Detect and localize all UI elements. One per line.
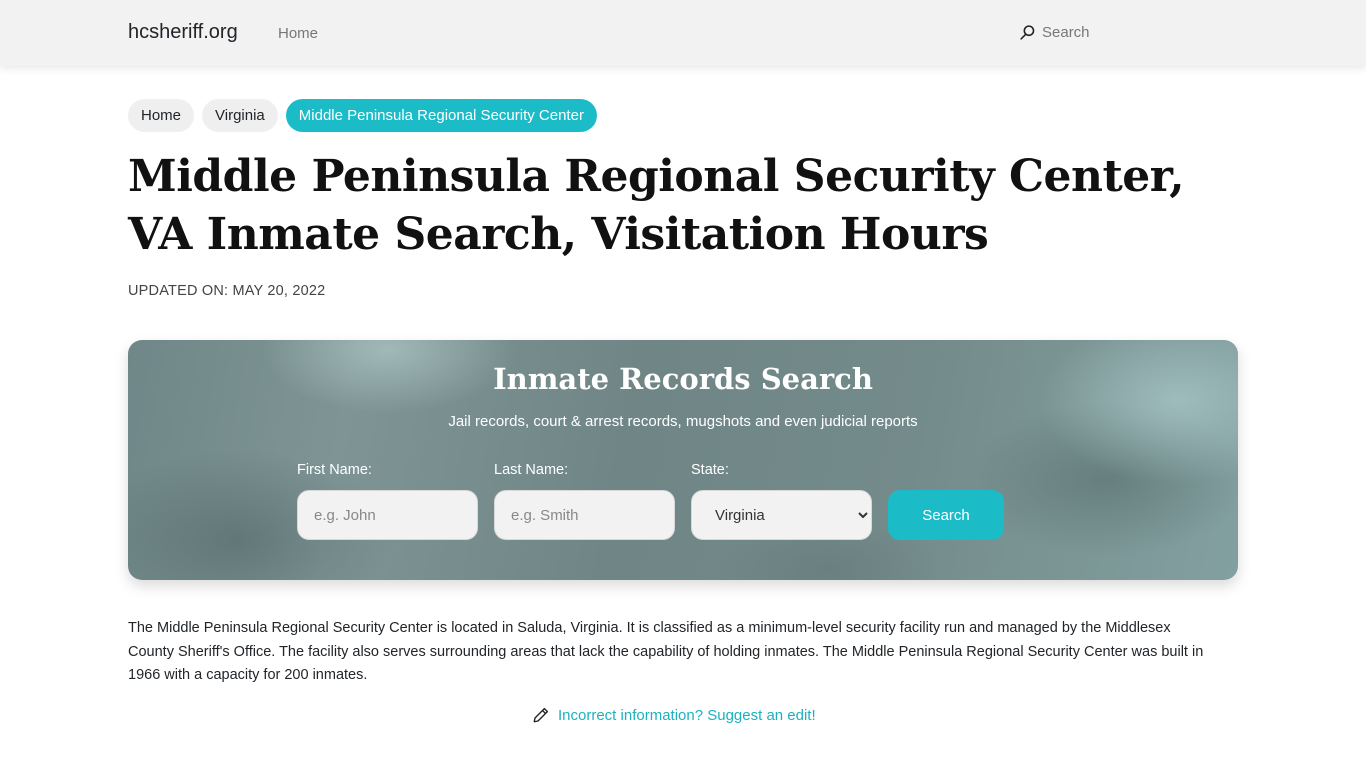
- search-card-subtitle: Jail records, court & arrest records, mu…: [448, 413, 918, 430]
- brand-logo-link[interactable]: hcsheriff.org: [128, 21, 238, 44]
- state-label: State:: [691, 462, 729, 478]
- breadcrumb-current[interactable]: Middle Peninsula Regional Security Cente…: [285, 99, 597, 132]
- page-title: Middle Peninsula Regional Security Cente…: [128, 151, 1185, 260]
- last-name-label: Last Name:: [494, 462, 569, 478]
- suggest-edit-label: Incorrect information? Suggest an edit!: [558, 706, 816, 724]
- pencil-icon: [533, 707, 549, 723]
- breadcrumb-virginia[interactable]: Virginia: [202, 99, 278, 132]
- search-icon: [1020, 25, 1035, 40]
- last-name-input[interactable]: [494, 490, 675, 540]
- facility-description: The Middle Peninsula Regional Security C…: [128, 620, 1204, 683]
- nav-home-link[interactable]: Home: [278, 25, 318, 42]
- first-name-input[interactable]: [297, 490, 478, 540]
- updated-date: UPDATED ON: MAY 20, 2022: [128, 283, 326, 299]
- nav-search-label: Search: [1042, 24, 1090, 41]
- navbar: hcsheriff.org Home Search: [0, 0, 1366, 66]
- breadcrumb: Home Virginia Middle Peninsula Regional …: [128, 99, 597, 132]
- state-select[interactable]: Virginia: [691, 490, 872, 540]
- inmate-search-card: Inmate Records Search Jail records, cour…: [128, 340, 1238, 580]
- search-card-title: Inmate Records Search: [493, 362, 873, 396]
- breadcrumb-home[interactable]: Home: [128, 99, 195, 132]
- suggest-edit-link[interactable]: Incorrect information? Suggest an edit!: [532, 706, 816, 724]
- search-button[interactable]: Search: [888, 490, 1004, 540]
- first-name-label: First Name:: [297, 462, 372, 478]
- nav-search-button[interactable]: Search: [1019, 24, 1090, 41]
